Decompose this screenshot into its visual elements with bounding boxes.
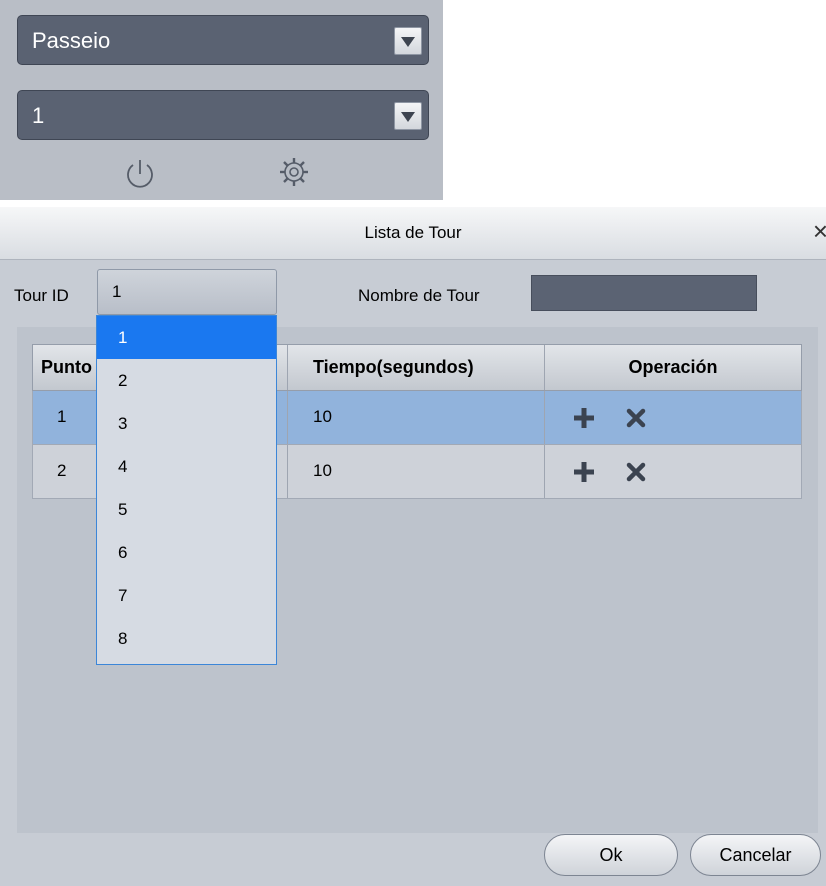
tour-id-value: 1 [112,282,122,301]
tour-name-label: Nombre de Tour [358,286,480,305]
dropdown-option[interactable]: 7 [97,574,276,617]
preset-type-value: Passeio [32,28,111,53]
cancel-button[interactable]: Cancelar [690,834,821,876]
cell-operacion [545,445,801,498]
chevron-down-icon[interactable] [394,102,422,130]
dropdown-option[interactable]: 6 [97,531,276,574]
tour-id-select[interactable]: 1 [97,269,277,315]
cell-tiempo[interactable]: 10 [288,445,545,498]
ok-button[interactable]: Ok [544,834,678,876]
preset-number-value: 1 [32,103,45,128]
delete-icon[interactable] [625,461,647,483]
add-icon[interactable] [573,461,595,483]
power-icon[interactable] [122,156,158,192]
column-header-operacion[interactable]: Operación [545,345,801,390]
dropdown-option[interactable]: 2 [97,359,276,402]
ptz-control-panel: Passeio 1 [0,0,443,200]
cell-operacion [545,391,801,444]
dropdown-option[interactable]: 8 [97,617,276,660]
preset-type-select[interactable]: Passeio [17,15,429,65]
preset-number-select[interactable]: 1 [17,90,429,140]
cell-tiempo[interactable]: 10 [288,391,545,444]
dropdown-option[interactable]: 1 [97,316,276,359]
dropdown-option[interactable]: 4 [97,445,276,488]
column-header-tiempo[interactable]: Tiempo(segundos) [288,345,545,390]
add-icon[interactable] [573,407,595,429]
delete-icon[interactable] [625,407,647,429]
close-icon[interactable]: × [813,218,826,244]
tour-id-dropdown-list: 1 2 3 4 5 6 7 8 [96,315,277,665]
tour-id-label: Tour ID [14,286,69,305]
gear-icon[interactable] [276,154,312,190]
dialog-title: Lista de Tour [364,223,462,242]
tour-name-input[interactable] [531,275,757,311]
dropdown-option[interactable]: 5 [97,488,276,531]
dropdown-option[interactable]: 3 [97,402,276,445]
chevron-down-icon[interactable] [394,27,422,55]
dialog-titlebar: Lista de Tour × [0,207,826,260]
